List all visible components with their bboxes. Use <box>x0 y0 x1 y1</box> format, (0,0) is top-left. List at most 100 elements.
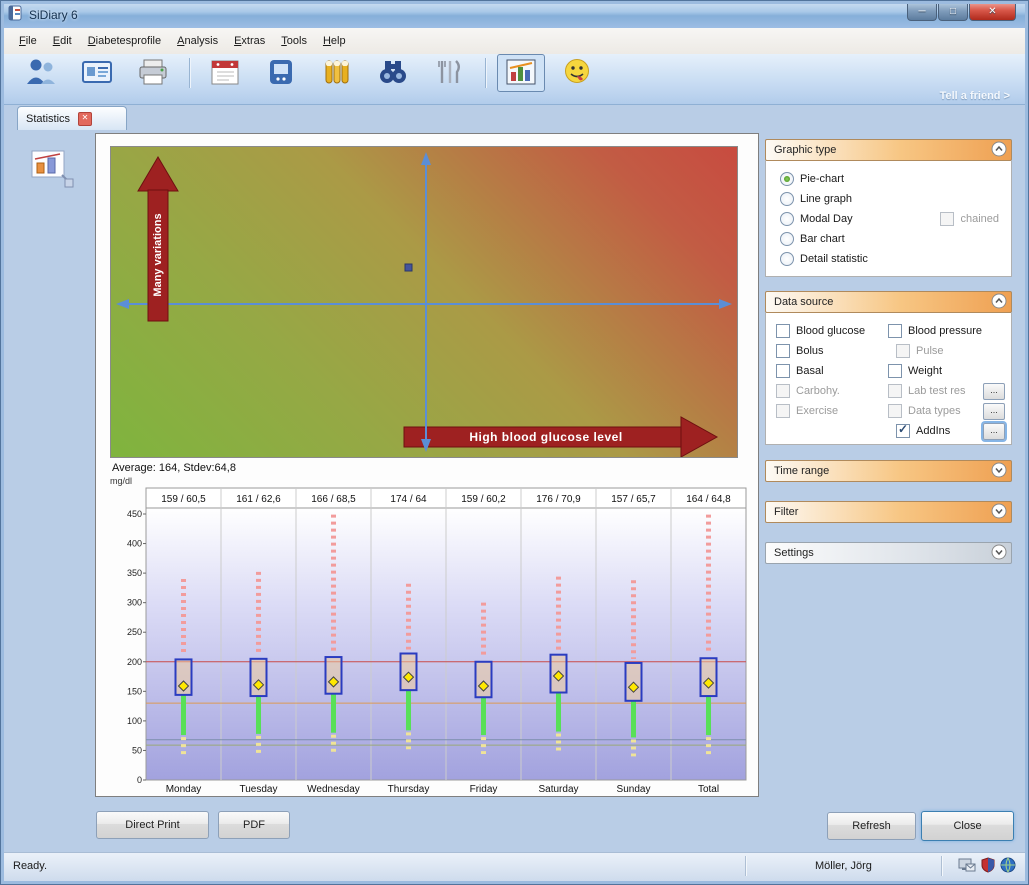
radio-bar-chart[interactable]: Bar chart <box>780 229 1011 249</box>
expand-chevron-icon[interactable] <box>991 544 1007 563</box>
checkbox-lab-test[interactable]: Lab test res... <box>888 381 1005 401</box>
feedback-button[interactable] <box>553 54 601 92</box>
sync-monitor-icon[interactable] <box>958 857 976 876</box>
svg-text:100: 100 <box>127 716 142 726</box>
settings-section: Settings <box>765 542 1012 564</box>
graphic-type-body: Pie-chart Line graph Modal Day Bar chart… <box>765 161 1012 277</box>
menu-analysis[interactable]: Analysis <box>169 31 226 51</box>
pdf-button[interactable]: PDF <box>218 811 290 839</box>
expand-chevron-icon[interactable] <box>991 503 1007 522</box>
filter-header[interactable]: Filter <box>765 501 1012 523</box>
calendar-icon <box>209 58 241 89</box>
lab-test-more-button[interactable]: ... <box>983 383 1005 400</box>
chained-checkbox[interactable]: chained <box>940 209 999 229</box>
addins-more-button[interactable]: ... <box>983 423 1005 440</box>
checkbox-bolus[interactable]: Bolus <box>776 341 888 361</box>
checkbox-addins[interactable]: AddIns... <box>888 421 1005 441</box>
checkbox-blood-glucose[interactable]: Blood glucose <box>776 321 888 341</box>
settings-header[interactable]: Settings <box>765 542 1012 564</box>
minimize-button[interactable]: ─ <box>907 2 937 21</box>
section-title: Graphic type <box>774 144 991 156</box>
calendar-button[interactable] <box>201 54 249 92</box>
many-variations-label: Many variations <box>150 180 166 330</box>
data-types-more-button[interactable]: ... <box>983 403 1005 420</box>
svg-text:0: 0 <box>137 775 142 785</box>
smiley-icon <box>562 58 592 89</box>
checkbox-icon <box>776 384 790 398</box>
section-title: Filter <box>774 506 991 518</box>
lab-tubes-icon <box>321 58 353 89</box>
profile-card-button[interactable] <box>73 54 121 92</box>
print-button[interactable] <box>129 54 177 92</box>
svg-text:166 / 68,5: 166 / 68,5 <box>311 494 356 505</box>
checkbox-icon <box>940 212 954 226</box>
refresh-button[interactable]: Refresh <box>827 812 916 840</box>
svg-text:50: 50 <box>132 745 142 755</box>
nutrition-button[interactable] <box>425 54 473 92</box>
checkbox-data-types[interactable]: Data types... <box>888 401 1005 421</box>
variation-scatter-chart: Many variations High blood glucose level <box>110 146 738 458</box>
menu-help[interactable]: Help <box>315 31 354 51</box>
window-title: SiDiary 6 <box>29 8 78 22</box>
tab-close-icon[interactable]: ✕ <box>78 112 92 126</box>
checkbox-exercise[interactable]: Exercise <box>776 401 888 421</box>
graphic-type-header[interactable]: Graphic type <box>765 139 1012 161</box>
svg-text:164 / 64,8: 164 / 64,8 <box>686 494 731 505</box>
menu-tools[interactable]: Tools <box>273 31 315 51</box>
collapse-chevron-icon[interactable] <box>991 293 1007 312</box>
svg-text:Saturday: Saturday <box>538 784 578 795</box>
tab-statistics[interactable]: Statistics ✕ <box>17 106 127 131</box>
menu-edit[interactable]: Edit <box>45 31 80 51</box>
close-window-button[interactable]: ✕ <box>969 2 1016 21</box>
checkbox-icon <box>776 364 790 378</box>
close-button[interactable]: Close <box>921 811 1014 841</box>
checkbox-basal[interactable]: Basal <box>776 361 888 381</box>
status-divider <box>745 856 747 876</box>
svg-text:400: 400 <box>127 539 142 549</box>
radio-line-graph[interactable]: Line graph <box>780 189 1011 209</box>
menu-bar: File Edit Diabetesprofile Analysis Extra… <box>3 28 1029 55</box>
svg-text:Tuesday: Tuesday <box>240 784 278 795</box>
globe-icon[interactable] <box>1000 857 1016 876</box>
section-title: Time range <box>774 465 991 477</box>
average-stdev-text: Average: 164, Stdev:64,8 <box>112 462 236 474</box>
collapse-chevron-icon[interactable] <box>991 141 1007 160</box>
toolbar-separator <box>485 58 487 88</box>
radio-icon <box>780 192 794 206</box>
tab-label: Statistics <box>26 113 70 125</box>
tell-a-friend-link[interactable]: Tell a friend > <box>940 90 1010 102</box>
statistics-button[interactable] <box>497 54 545 92</box>
lab-values-button[interactable] <box>313 54 361 92</box>
svg-text:161 / 62,6: 161 / 62,6 <box>236 494 281 505</box>
patients-button[interactable] <box>17 54 65 92</box>
checkbox-icon <box>888 404 902 418</box>
sidebar-statistics-icon[interactable] <box>29 148 75 193</box>
profile-card-icon <box>81 58 113 89</box>
menu-extras[interactable]: Extras <box>226 31 273 51</box>
tab-strip: Statistics ✕ <box>3 104 1026 130</box>
time-range-header[interactable]: Time range <box>765 460 1012 482</box>
radio-pie-chart[interactable]: Pie-chart <box>780 169 1011 189</box>
search-button[interactable] <box>369 54 417 92</box>
svg-text:150: 150 <box>127 686 142 696</box>
section-title: Data source <box>774 296 991 308</box>
expand-chevron-icon[interactable] <box>991 462 1007 481</box>
maximize-button[interactable]: □ <box>938 2 968 21</box>
svg-text:300: 300 <box>127 598 142 608</box>
menu-diabetesprofile[interactable]: Diabetesprofile <box>80 31 169 51</box>
checkbox-blood-pressure[interactable]: Blood pressure <box>888 321 1005 341</box>
security-shield-icon[interactable] <box>981 857 995 876</box>
menu-file[interactable]: File <box>11 31 45 51</box>
data-source-body: Blood glucose Bolus Basal Carbohy. Exerc… <box>765 313 1012 445</box>
chart-panel: Many variations High blood glucose level… <box>95 133 759 797</box>
direct-print-button[interactable]: Direct Print <box>96 811 209 839</box>
device-import-button[interactable] <box>257 54 305 92</box>
title-bar[interactable]: SiDiary 6 ─ □ ✕ <box>1 1 1028 28</box>
data-source-header[interactable]: Data source <box>765 291 1012 313</box>
checkbox-weight[interactable]: Weight <box>888 361 1005 381</box>
checkbox-icon <box>776 404 790 418</box>
data-source-section: Data source Blood glucose Bolus Basal Ca… <box>765 291 1012 445</box>
checkbox-pulse[interactable]: Pulse <box>888 341 1005 361</box>
checkbox-carbohy[interactable]: Carbohy. <box>776 381 888 401</box>
radio-detail-statistic[interactable]: Detail statistic <box>780 249 1011 269</box>
